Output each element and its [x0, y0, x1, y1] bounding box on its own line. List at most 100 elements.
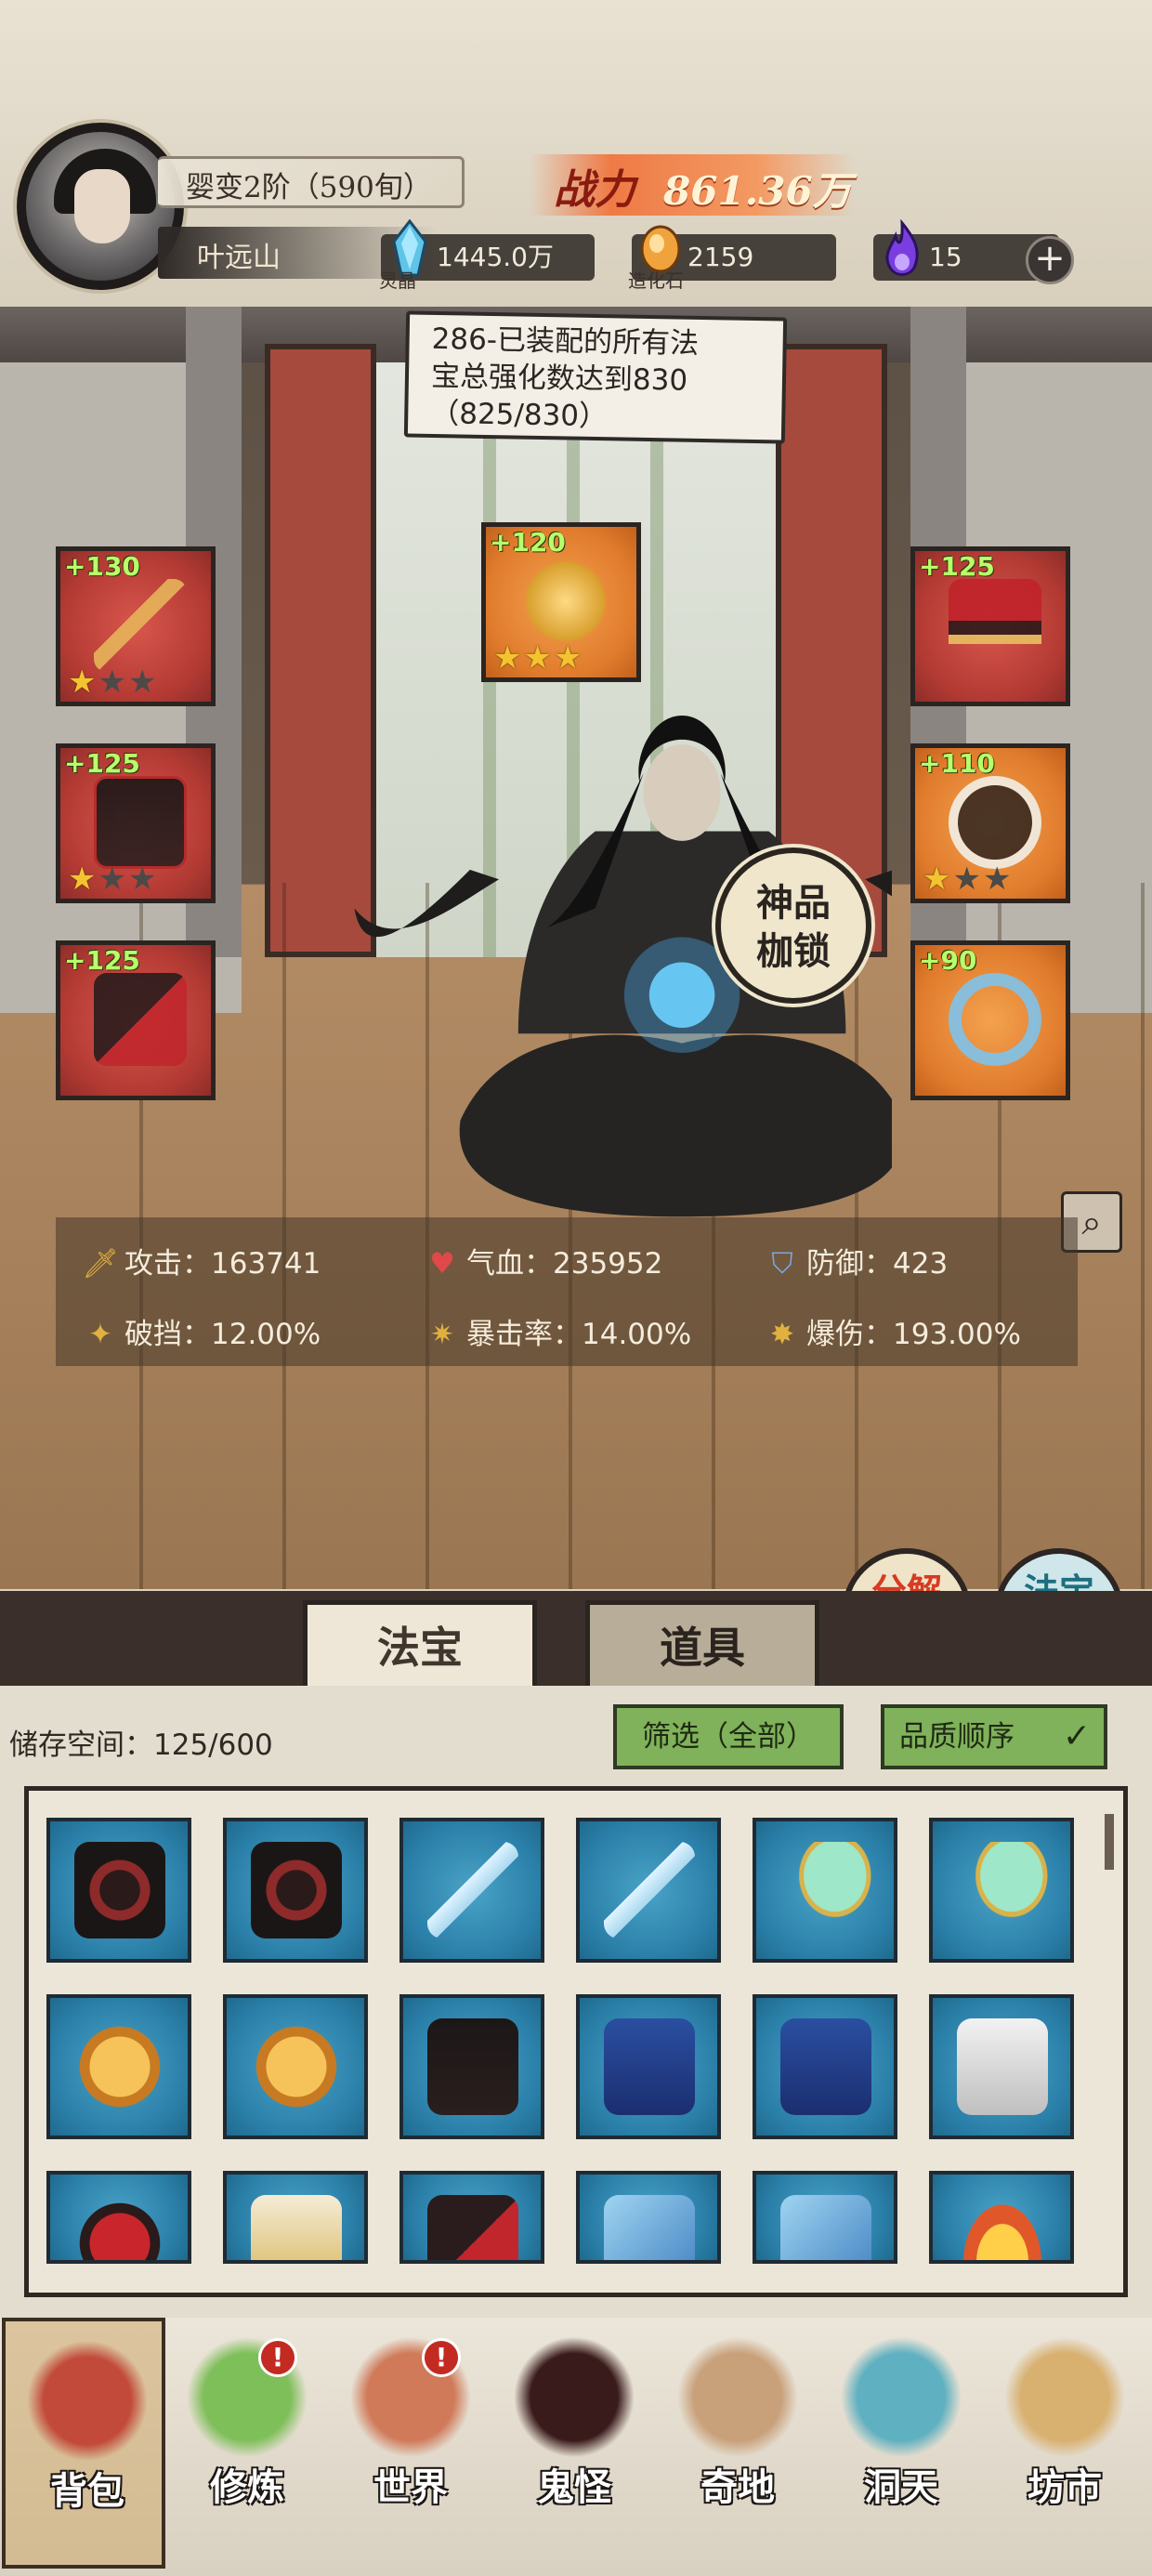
equip-level: +130	[64, 551, 140, 582]
nav-ghost-egg[interactable]: 鬼怪	[492, 2318, 656, 2569]
blue-robe-icon	[780, 2018, 871, 2115]
nav-cave-heaven[interactable]: 洞天	[819, 2318, 983, 2569]
tab-items[interactable]: 道具	[585, 1600, 819, 1686]
ghost-egg-icon	[515, 2334, 634, 2474]
stat-hp: ♥ 气血：235952	[424, 1240, 662, 1281]
golden-armor-icon	[74, 2018, 165, 2115]
inventory-slot[interactable]	[223, 2171, 368, 2264]
blue-dragon-icon	[780, 2195, 871, 2260]
nav-label: 世界	[373, 2465, 448, 2509]
nav-cultivation-flower[interactable]: 修炼!	[165, 2318, 329, 2569]
inventory-slot[interactable]	[46, 2171, 191, 2264]
inventory-slot[interactable]	[929, 1818, 1074, 1963]
player-realm: 婴变2阶（590旬）	[186, 171, 432, 204]
red-armor-icon	[427, 2195, 518, 2260]
inventory-slot[interactable]	[399, 2171, 544, 2264]
inventory-slot[interactable]	[223, 1994, 368, 2139]
nav-world-scroll[interactable]: 世界!	[329, 2318, 492, 2569]
blue-dragon-icon	[604, 2195, 695, 2260]
equip-level: +125	[64, 945, 140, 976]
spirit-crystal-value: 1445.0万	[437, 242, 554, 272]
creation-stone-value: 2159	[687, 242, 754, 272]
sword-icon: 🗡	[82, 1247, 119, 1281]
inventory-slot[interactable]	[576, 1994, 721, 2139]
inventory-slot[interactable]	[929, 2171, 1074, 2264]
stat-hp-text: 气血：235952	[466, 1247, 663, 1281]
robe-icon	[94, 776, 187, 869]
golden-cloud-icon	[519, 555, 612, 648]
nav-backpack[interactable]: 背包	[2, 2318, 165, 2569]
inventory-slot[interactable]	[576, 1818, 721, 1963]
inventory-slot[interactable]	[399, 1994, 544, 2139]
inventory-slot[interactable]	[399, 1818, 544, 1963]
inventory-slot[interactable]	[576, 2171, 721, 2264]
crystal-sword-icon	[427, 1842, 518, 1939]
cave-heaven-icon	[842, 2334, 961, 2474]
purple-flame-value: 15	[929, 242, 962, 272]
nav-label: 背包	[50, 2469, 124, 2513]
stat-crit-rate: ✷ 暴击率：14.00%	[424, 1310, 691, 1352]
nav-label: 坊市	[1028, 2465, 1102, 2509]
stat-attack-text: 攻击：163741	[124, 1247, 321, 1281]
badge-line-2: 枷锁	[756, 929, 831, 973]
inventory-slot[interactable]	[753, 1994, 897, 2139]
equip-slot-treasure[interactable]: +120 ★★★	[481, 522, 641, 682]
quest-line-1: 286-已装配的所有法	[431, 322, 700, 361]
crit-damage-icon: ✸	[770, 1318, 794, 1351]
quest-note[interactable]: 286-已装配的所有法 宝总强化数达到830 （825/830）	[403, 310, 788, 444]
inventory-slot[interactable]	[46, 1994, 191, 2139]
divine-shackle-badge[interactable]: 神品 枷锁	[715, 848, 871, 1004]
equip-level: +120	[490, 527, 566, 558]
dark-gear-wheel-icon	[74, 1842, 165, 1939]
white-armor-icon	[251, 2195, 342, 2260]
storage-capacity: 储存空间：125/600	[9, 1728, 273, 1762]
inventory-slot[interactable]	[929, 1994, 1074, 2139]
equip-level: +110	[919, 748, 995, 779]
nav-wonder-land[interactable]: 奇地	[656, 2318, 819, 2569]
equip-stars: ★★★	[923, 861, 1014, 898]
wonder-land-icon	[678, 2334, 797, 2474]
market-icon	[1005, 2334, 1124, 2474]
filter-button[interactable]: 筛选（全部）	[613, 1704, 844, 1769]
equip-stars: ★★★	[493, 639, 584, 677]
sort-button[interactable]: 品质顺序 ✓	[881, 1704, 1107, 1769]
inventory-slot[interactable]	[46, 1818, 191, 1963]
equip-slot-pendant[interactable]: +110 ★★★	[910, 743, 1070, 903]
jade-fan-icon	[957, 1842, 1048, 1939]
equip-slot-boots[interactable]: +125	[56, 940, 216, 1100]
alert-badge-icon: !	[422, 2338, 461, 2377]
nav-label: 鬼怪	[537, 2465, 611, 2509]
add-resource-button[interactable]: +	[1026, 236, 1074, 284]
equip-slot-armor[interactable]: +125 ★★★	[56, 743, 216, 903]
crit-icon: ✷	[430, 1318, 454, 1351]
nav-label: 修炼	[210, 2465, 284, 2509]
alert-badge-icon: !	[258, 2338, 297, 2377]
stat-crit-damage: ✸ 爆伤：193.00%	[764, 1310, 1021, 1352]
inventory-slot[interactable]	[753, 1818, 897, 1963]
quest-line-3: （825/830）	[429, 396, 609, 434]
chevron-down-icon: ✓	[1062, 1717, 1091, 1755]
combat-power-label: 战力	[554, 166, 635, 214]
creation-stone-label: 造化石	[628, 269, 684, 292]
badge-line-1: 神品	[756, 881, 831, 925]
tab-strip	[0, 1591, 1152, 1688]
equip-stars: ★★★	[68, 861, 159, 898]
combat-power-value: 861.36万	[663, 168, 852, 214]
crown-icon	[949, 579, 1041, 672]
equip-slot-weapon[interactable]: +130 ★★★	[56, 546, 216, 706]
boots-icon	[94, 973, 187, 1066]
top-status-bar: 婴变2阶（590旬） 叶远山 战力 861.36万 1445.0万 2159 1…	[0, 0, 1152, 307]
stat-crit-rate-text: 暴击率：14.00%	[466, 1318, 692, 1351]
staff-icon	[94, 579, 187, 672]
equip-slot-crown[interactable]: +125	[910, 546, 1070, 706]
inventory-scrollbar[interactable]	[1105, 1814, 1114, 1870]
tab-treasure[interactable]: 法宝	[303, 1600, 537, 1686]
equip-stars: ★★★	[68, 664, 159, 701]
backpack-icon	[28, 2338, 147, 2477]
equip-slot-ring[interactable]: +90	[910, 940, 1070, 1100]
inventory-slot[interactable]	[753, 2171, 897, 2264]
inventory-slot[interactable]	[223, 1818, 368, 1963]
pendant-icon	[949, 776, 1041, 869]
white-robe-icon	[957, 2018, 1048, 2115]
nav-market[interactable]: 坊市	[983, 2318, 1146, 2569]
